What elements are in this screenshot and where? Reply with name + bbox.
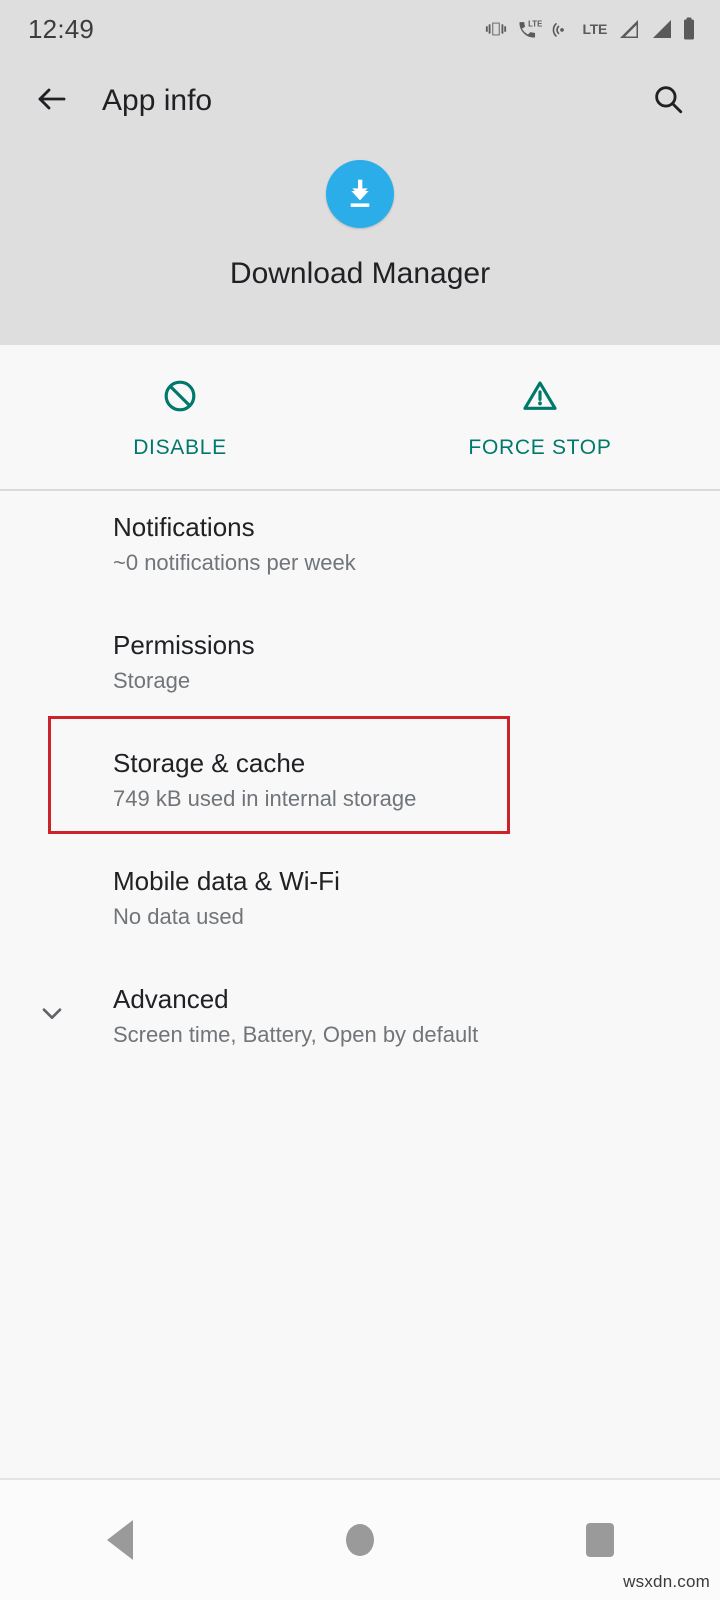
row-title: Permissions — [113, 630, 255, 660]
row-subtitle: 749 kB used in internal storage — [113, 785, 417, 811]
back-button[interactable] — [24, 73, 80, 129]
list-item-notifications[interactable]: Notifications ~0 notifications per week — [0, 491, 720, 609]
disable-label: DISABLE — [133, 435, 227, 459]
list-item-storage-and-cache[interactable]: Storage & cache 749 kB used in internal … — [0, 727, 720, 845]
nav-home-button[interactable] — [240, 1524, 480, 1556]
app-name: Download Manager — [229, 257, 491, 290]
nav-home-icon — [346, 1524, 374, 1556]
search-icon — [651, 82, 685, 121]
list-item-permissions[interactable]: Permissions Storage — [0, 609, 720, 727]
row-title: Advanced — [113, 984, 229, 1014]
arrow-back-icon — [34, 81, 70, 122]
nav-back-icon — [107, 1520, 133, 1560]
row-subtitle: ~0 notifications per week — [113, 549, 356, 575]
app-info-screen: 12:49 LTE LTE App info Download Manager … — [0, 0, 720, 1600]
list-item-advanced[interactable]: Advanced Screen time, Battery, Open by d… — [0, 963, 720, 1081]
download-manager-icon — [326, 160, 394, 228]
hotspot-icon — [551, 18, 573, 40]
force-stop-button[interactable]: FORCE STOP — [360, 345, 720, 490]
signal-bars-1-icon — [616, 18, 640, 40]
warning-triangle-icon — [520, 376, 560, 421]
row-title: Notifications — [113, 512, 255, 542]
row-subtitle: Screen time, Battery, Open by default — [113, 1021, 479, 1047]
row-title: Mobile data & Wi-Fi — [113, 866, 340, 896]
row-subtitle: No data used — [113, 903, 244, 929]
phone-lte-icon: LTE — [516, 18, 542, 40]
app-identity: Download Manager — [0, 160, 720, 291]
signal-bars-2-icon — [649, 18, 673, 40]
battery-icon — [682, 17, 696, 41]
app-bar: App info — [0, 58, 720, 144]
row-subtitle: Storage — [113, 667, 191, 693]
status-bar: 12:49 LTE LTE — [0, 0, 720, 58]
header-block: 12:49 LTE LTE App info Download Manager — [0, 0, 720, 345]
block-circle-slash-icon — [160, 376, 200, 421]
lte-label: LTE — [582, 21, 607, 37]
nav-back-button[interactable] — [0, 1520, 240, 1560]
watermark: wsxdn.com — [623, 1572, 710, 1591]
nav-recents-button[interactable] — [480, 1523, 720, 1557]
chevron-down-icon — [32, 993, 72, 1033]
status-bar-icons: LTE LTE — [485, 17, 696, 41]
list-item-mobile-data-and-wifi[interactable]: Mobile data & Wi-Fi No data used — [0, 845, 720, 963]
row-title: Storage & cache — [113, 748, 306, 778]
page-title: App info — [102, 84, 213, 117]
vibrate-icon — [485, 18, 507, 40]
force-stop-label: FORCE STOP — [468, 435, 612, 459]
action-buttons: DISABLE FORCE STOP — [0, 345, 720, 490]
disable-button[interactable]: DISABLE — [0, 345, 360, 490]
navigation-bar — [0, 1480, 720, 1600]
status-bar-clock: 12:49 — [28, 13, 95, 44]
search-button[interactable] — [642, 75, 694, 127]
nav-recents-icon — [586, 1523, 614, 1557]
settings-list: Notifications ~0 notifications per week … — [0, 491, 720, 1081]
svg-text:LTE: LTE — [529, 19, 543, 28]
